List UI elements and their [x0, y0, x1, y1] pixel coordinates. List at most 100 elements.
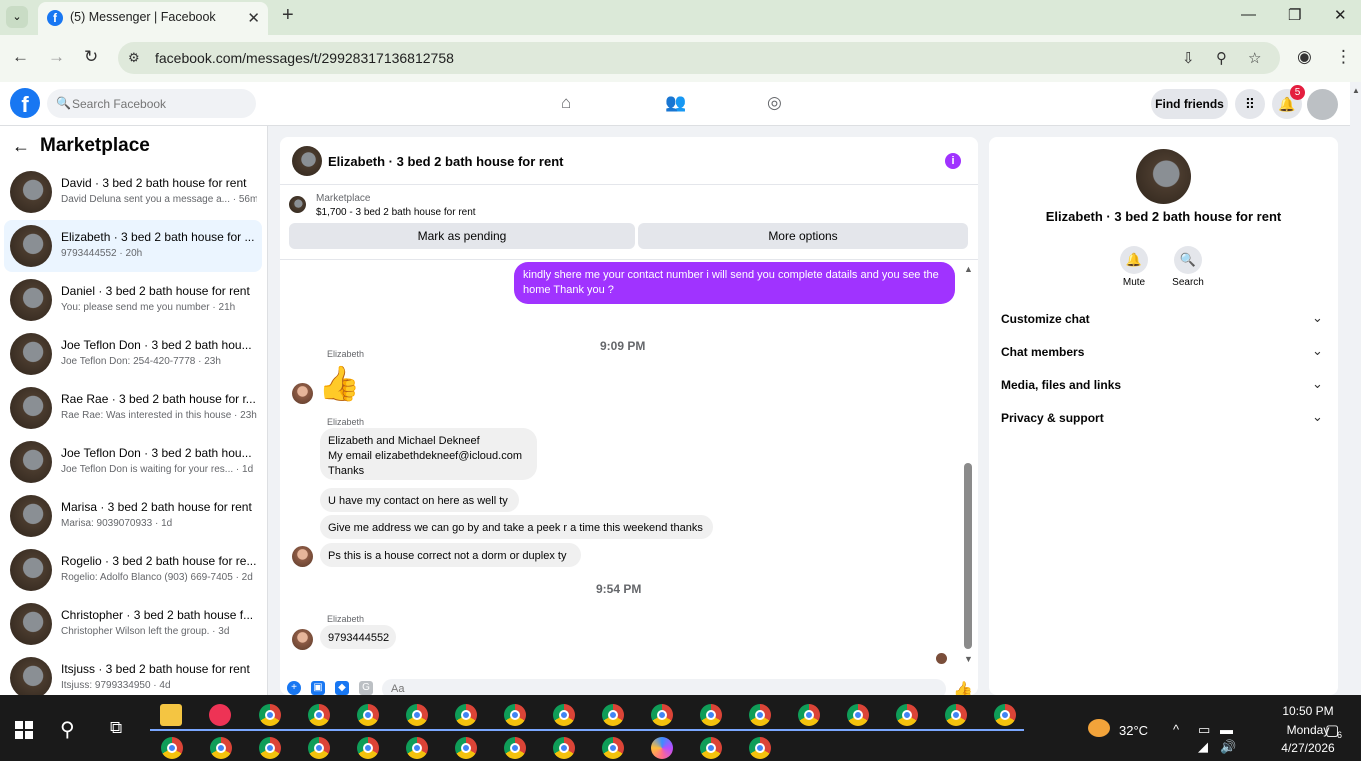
plus-icon[interactable]: +: [287, 681, 301, 695]
photo-icon[interactable]: ▣: [311, 681, 325, 695]
chrome-icon[interactable]: [259, 704, 281, 726]
account-avatar[interactable]: [1307, 89, 1338, 120]
search-icon[interactable]: 🔍: [1174, 246, 1202, 274]
new-tab-button[interactable]: +: [282, 4, 294, 27]
chrome-icon[interactable]: [259, 737, 281, 759]
more-options-button[interactable]: More options: [638, 223, 968, 249]
weather-temperature[interactable]: 32°C: [1119, 723, 1148, 738]
restore-icon[interactable]: ❐: [1288, 6, 1301, 24]
chrome-icon[interactable]: [994, 704, 1016, 726]
chrome-icon-active[interactable]: [504, 737, 526, 759]
info-icon[interactable]: i: [945, 153, 961, 169]
conversation-item-active[interactable]: Elizabeth · 3 bed 2 bath house for ... 9…: [4, 220, 262, 272]
minimize-icon[interactable]: —: [1241, 6, 1256, 23]
search-icon[interactable]: ⚲: [60, 717, 75, 742]
chrome-icon[interactable]: [749, 737, 771, 759]
file-explorer-icon[interactable]: [160, 704, 182, 726]
site-info-icon[interactable]: ⚙: [128, 50, 140, 66]
conversation-item[interactable]: Rogelio · 3 bed 2 bath house for re... R…: [4, 544, 262, 596]
install-app-icon[interactable]: ⇩: [1182, 49, 1195, 67]
chrome-icon[interactable]: [161, 737, 183, 759]
browser-tab[interactable]: f (5) Messenger | Facebook ✕: [38, 2, 268, 35]
gif-icon[interactable]: G: [359, 681, 373, 695]
reload-icon[interactable]: ↻: [84, 47, 98, 67]
find-friends-button[interactable]: Find friends: [1151, 89, 1228, 119]
copilot-icon[interactable]: [651, 737, 673, 759]
chrome-menu-icon[interactable]: ⋮: [1335, 47, 1352, 67]
bell-icon[interactable]: 🔔: [1120, 246, 1148, 274]
forward-icon[interactable]: →: [48, 47, 65, 67]
back-arrow-icon[interactable]: ←: [12, 136, 30, 157]
friends-icon[interactable]: 👥: [665, 93, 686, 113]
tab-search-dropdown[interactable]: ⌄: [6, 6, 28, 28]
conversation-item[interactable]: Itsjuss · 3 bed 2 bath house for rent It…: [4, 652, 262, 695]
message-input[interactable]: [382, 679, 946, 695]
chrome-icon[interactable]: [406, 704, 428, 726]
avatar[interactable]: [292, 146, 322, 176]
tab-close-icon[interactable]: ✕: [247, 9, 260, 27]
scroll-down-icon[interactable]: ▼: [964, 654, 973, 664]
tablet-icon[interactable]: ▭: [1198, 722, 1210, 738]
zoom-icon[interactable]: ⚲: [1216, 49, 1227, 67]
customize-chat-section[interactable]: Customize chat ⌄: [989, 303, 1338, 336]
back-icon[interactable]: ←: [12, 47, 29, 67]
scroll-up-icon[interactable]: ▲: [964, 264, 973, 274]
home-icon[interactable]: ⌂: [561, 93, 571, 113]
volume-icon[interactable]: 🔊: [1220, 739, 1236, 755]
chrome-icon[interactable]: [602, 737, 624, 759]
search-button[interactable]: 🔍 Search: [1158, 246, 1218, 288]
listing-thumbnail[interactable]: [289, 196, 306, 213]
chevron-up-icon[interactable]: ^: [1173, 722, 1179, 737]
chrome-icon[interactable]: [308, 737, 330, 759]
groups-icon[interactable]: ◎: [767, 93, 782, 113]
clock-time[interactable]: 10:50 PM: [1280, 704, 1336, 718]
chrome-icon[interactable]: [357, 737, 379, 759]
conversation-item[interactable]: Daniel · 3 bed 2 bath house for rent You…: [4, 274, 262, 326]
mark-as-pending-button[interactable]: Mark as pending: [289, 223, 635, 249]
conversation-item[interactable]: David · 3 bed 2 bath house for rent Davi…: [4, 166, 262, 218]
menu-grid-icon[interactable]: ⠿: [1235, 89, 1265, 119]
profile-icon[interactable]: ◉: [1297, 47, 1312, 67]
bookmark-star-icon[interactable]: ☆: [1248, 49, 1261, 67]
chat-title[interactable]: Elizabeth · 3 bed 2 bath house for rent: [328, 154, 563, 169]
chrome-icon[interactable]: [602, 704, 624, 726]
chrome-icon[interactable]: [651, 704, 673, 726]
scroll-up-icon[interactable]: ▲: [1352, 86, 1360, 95]
task-view-icon[interactable]: ⧉: [110, 718, 122, 738]
chrome-icon[interactable]: [749, 704, 771, 726]
chrome-icon[interactable]: [896, 704, 918, 726]
scroll-thumb[interactable]: [964, 463, 972, 649]
clock-date[interactable]: 4/27/2026: [1280, 741, 1336, 755]
conversation-item[interactable]: Christopher · 3 bed 2 bath house f... Ch…: [4, 598, 262, 650]
media-files-section[interactable]: Media, files and links ⌄: [989, 369, 1338, 402]
windows-start-icon[interactable]: [15, 721, 33, 739]
chrome-icon[interactable]: [553, 704, 575, 726]
chrome-icon[interactable]: [847, 704, 869, 726]
chrome-icon[interactable]: [504, 704, 526, 726]
close-window-icon[interactable]: ✕: [1334, 6, 1347, 24]
sticker-icon[interactable]: ◆: [335, 681, 349, 695]
listing-title[interactable]: $1,700 - 3 bed 2 bath house for rent: [316, 207, 476, 218]
page-scrollbar[interactable]: ▲: [1350, 82, 1361, 695]
search-input[interactable]: [72, 89, 252, 118]
conversation-item[interactable]: Joe Teflon Don · 3 bed 2 bath hou... Joe…: [4, 328, 262, 380]
privacy-support-section[interactable]: Privacy & support ⌄: [989, 402, 1338, 435]
chrome-icon[interactable]: [700, 737, 722, 759]
chrome-icon[interactable]: [553, 737, 575, 759]
facebook-logo-icon[interactable]: f: [10, 88, 40, 118]
address-bar[interactable]: ⚙ facebook.com/messages/t/29928317136812…: [118, 42, 1280, 74]
avatar[interactable]: [1136, 149, 1191, 204]
battery-icon[interactable]: ▬: [1220, 722, 1233, 737]
facebook-search[interactable]: 🔍: [47, 89, 256, 118]
chrome-icon[interactable]: [945, 704, 967, 726]
wifi-icon[interactable]: ◢: [1198, 739, 1208, 755]
weather-icon[interactable]: [1088, 719, 1110, 737]
conversation-item[interactable]: Rae Rae · 3 bed 2 bath house for r... Ra…: [4, 382, 262, 434]
url-text[interactable]: facebook.com/messages/t/2992831713681275…: [155, 50, 454, 66]
chrome-icon[interactable]: [455, 704, 477, 726]
chrome-icon[interactable]: [700, 704, 722, 726]
conversation-item[interactable]: Joe Teflon Don · 3 bed 2 bath hou... Joe…: [4, 436, 262, 488]
like-icon[interactable]: 👍: [953, 680, 973, 695]
paint-icon[interactable]: [209, 704, 231, 726]
chrome-icon[interactable]: [406, 737, 428, 759]
